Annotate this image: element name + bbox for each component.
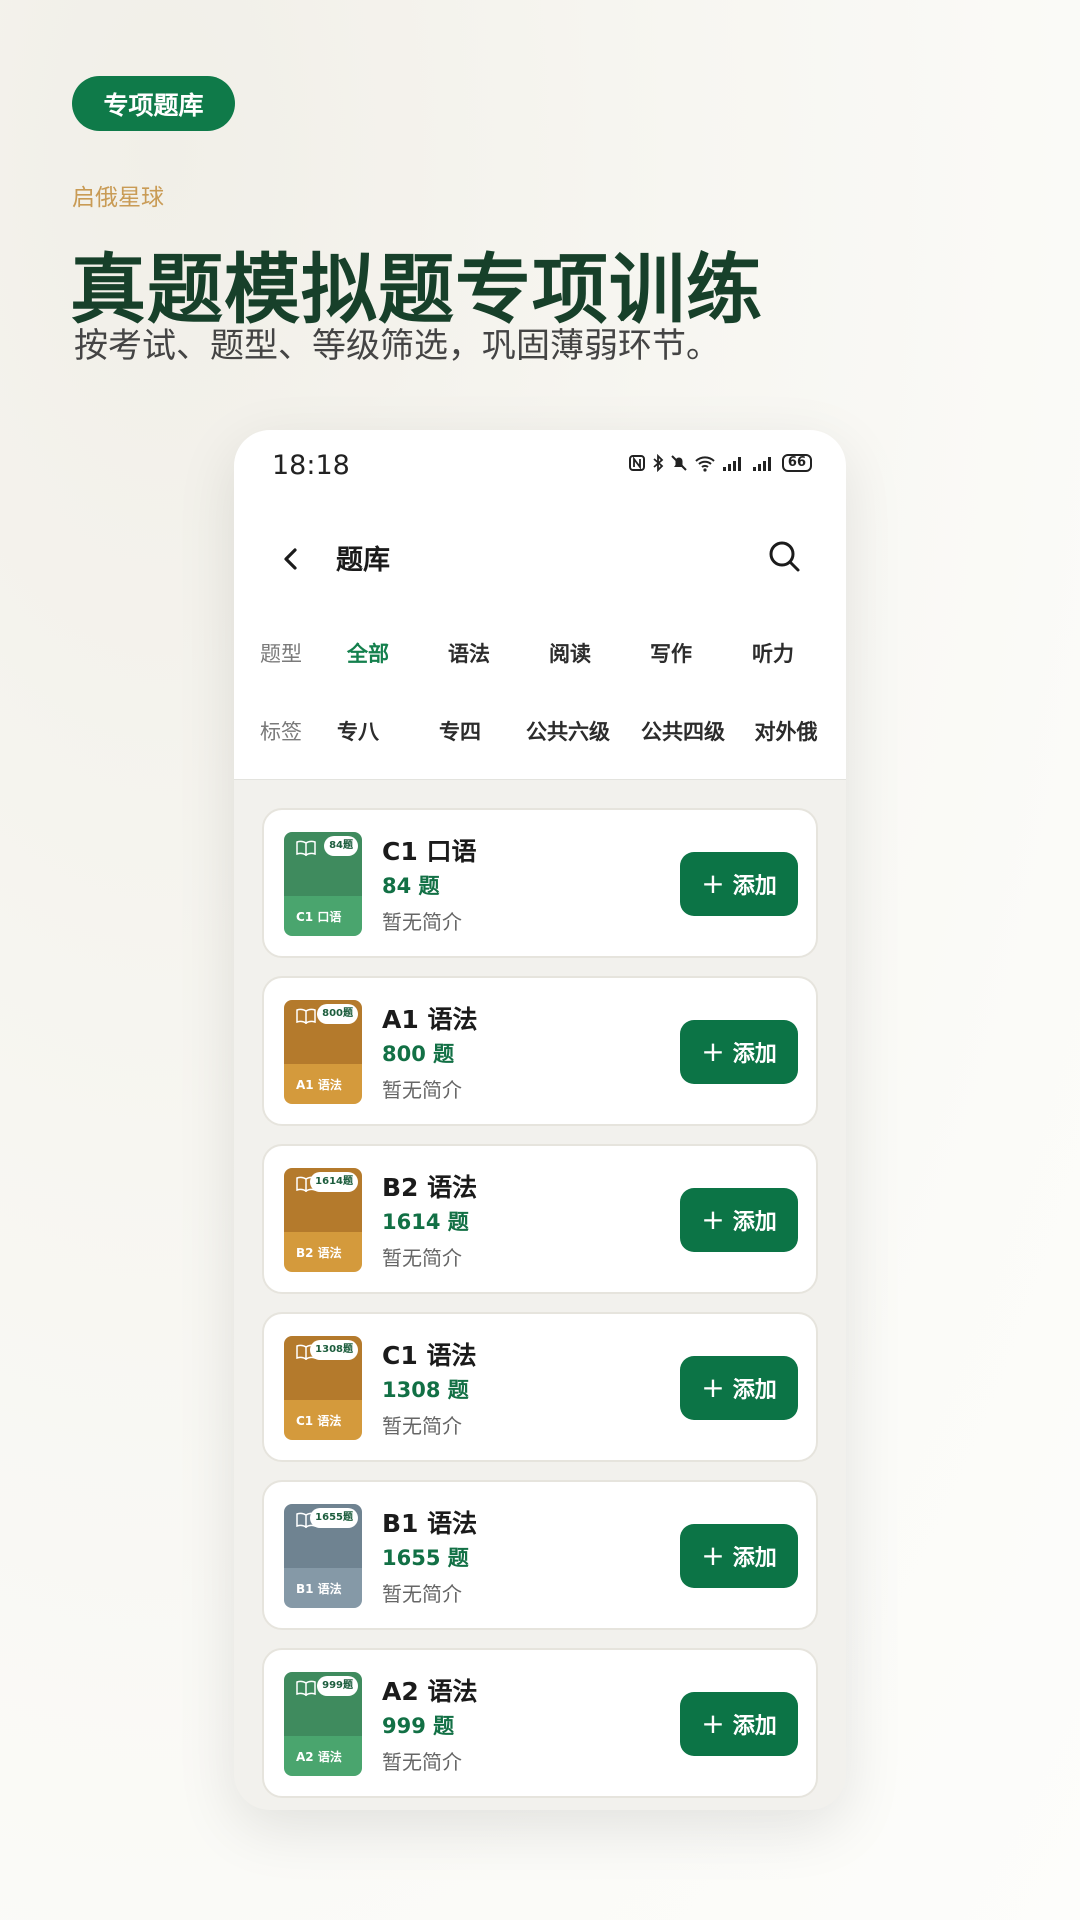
cover-title: C1 语法 [296, 1414, 342, 1428]
back-arrow-icon[interactable] [274, 542, 308, 576]
question-count: 999 题 [382, 1714, 455, 1738]
add-button-label: 添加 [732, 1042, 777, 1067]
phone-mockup: 18:18 66 题库 题型 全部 语法 阅读 写作 听力 标签 专八 专四 公… [234, 430, 846, 1810]
bank-title: B1 语法 [382, 1509, 478, 1538]
type-option-grammar[interactable]: 语法 [448, 638, 490, 668]
book-cover: 1308题 C1 语法 [284, 1336, 362, 1440]
bank-description: 暂无简介 [382, 910, 462, 934]
tag-option-cet6[interactable]: 公共六级 [526, 716, 610, 746]
bluetooth-icon [653, 454, 664, 472]
cover-count-badge: 1614题 [310, 1172, 358, 1192]
question-count: 1308 题 [382, 1378, 469, 1402]
nfc-icon [628, 455, 645, 471]
type-option-listening[interactable]: 听力 [752, 638, 794, 668]
add-button[interactable]: + 添加 [680, 1020, 798, 1084]
plus-icon: + [701, 1203, 725, 1236]
battery-icon: 66 [781, 454, 812, 472]
add-button-label: 添加 [732, 1210, 777, 1235]
bank-title: C1 语法 [382, 1341, 477, 1370]
bank-title: B2 语法 [382, 1173, 478, 1202]
wifi-icon [695, 456, 715, 472]
cover-count-badge: 800题 [317, 1004, 358, 1024]
add-button-label: 添加 [732, 1714, 777, 1739]
bank-title: A1 语法 [382, 1005, 478, 1034]
bank-description: 暂无简介 [382, 1582, 462, 1606]
cover-count-badge: 1308题 [310, 1340, 358, 1360]
add-button[interactable]: + 添加 [680, 1188, 798, 1252]
type-option-reading[interactable]: 阅读 [549, 638, 591, 668]
bank-title: C1 口语 [382, 837, 477, 866]
plus-icon: + [701, 1707, 725, 1740]
bank-description: 暂无简介 [382, 1414, 462, 1438]
tag-option-tem4[interactable]: 专四 [439, 716, 481, 746]
add-button-label: 添加 [732, 1378, 777, 1403]
question-count: 1655 题 [382, 1546, 469, 1570]
add-button-label: 添加 [732, 1546, 777, 1571]
tag-option-cet4[interactable]: 公共四级 [641, 716, 725, 746]
question-count: 1614 题 [382, 1210, 469, 1234]
cover-count-badge: 1655题 [310, 1508, 358, 1528]
question-count: 800 题 [382, 1042, 455, 1066]
cover-title: C1 口语 [296, 910, 342, 924]
signal-icon [722, 457, 741, 471]
cover-title: A1 语法 [296, 1078, 342, 1092]
add-button[interactable]: + 添加 [680, 1356, 798, 1420]
bank-title: A2 语法 [382, 1677, 478, 1706]
add-button[interactable]: + 添加 [680, 1692, 798, 1756]
add-button-label: 添加 [732, 874, 777, 899]
type-filter-label: 题型 [260, 642, 302, 666]
bank-description: 暂无简介 [382, 1750, 462, 1774]
plus-icon: + [701, 1035, 725, 1068]
brand-name: 启俄星球 [72, 185, 164, 211]
book-cover: 1655题 B1 语法 [284, 1504, 362, 1608]
book-cover: 1614题 B2 语法 [284, 1168, 362, 1272]
add-button[interactable]: + 添加 [680, 852, 798, 916]
open-book-icon [296, 1008, 316, 1024]
question-bank-card[interactable]: 1308题 C1 语法 C1 语法 1308 题 暂无简介 + 添加 [262, 1312, 818, 1462]
question-bank-card[interactable]: 1614题 B2 语法 B2 语法 1614 题 暂无简介 + 添加 [262, 1144, 818, 1294]
app-header: 18:18 66 题库 题型 全部 语法 阅读 写作 听力 标签 专八 专四 公… [234, 430, 846, 780]
question-bank-card[interactable]: 84题 C1 口语 C1 口语 84 题 暂无简介 + 添加 [262, 808, 818, 958]
search-icon[interactable] [766, 538, 802, 574]
type-option-all[interactable]: 全部 [347, 638, 389, 668]
book-cover: 84题 C1 口语 [284, 832, 362, 936]
cover-count-badge: 84题 [324, 836, 358, 856]
category-pill: 专项题库 [72, 76, 235, 131]
open-book-icon [296, 840, 316, 856]
cover-title: B2 语法 [296, 1246, 342, 1260]
question-bank-card[interactable]: 1655题 B1 语法 B1 语法 1655 题 暂无简介 + 添加 [262, 1480, 818, 1630]
status-time: 18:18 [272, 450, 350, 481]
tag-option-tem8[interactable]: 专八 [337, 716, 379, 746]
type-option-writing[interactable]: 写作 [650, 638, 692, 668]
plus-icon: + [701, 1371, 725, 1404]
cover-count-badge: 999题 [317, 1676, 358, 1696]
signal-icon-2 [752, 457, 771, 471]
add-button[interactable]: + 添加 [680, 1524, 798, 1588]
question-bank-card[interactable]: 800题 A1 语法 A1 语法 800 题 暂无简介 + 添加 [262, 976, 818, 1126]
question-count: 84 题 [382, 874, 440, 898]
bank-description: 暂无简介 [382, 1246, 462, 1270]
plus-icon: + [701, 1539, 725, 1572]
page-title: 题库 [336, 545, 390, 576]
subheadline: 按考试、题型、等级筛选，巩固薄弱环节。 [74, 326, 720, 366]
cover-title: A2 语法 [296, 1750, 342, 1764]
plus-icon: + [701, 867, 725, 900]
cover-title: B1 语法 [296, 1582, 342, 1596]
tag-filter-row: 标签 专八 专四 公共六级 公共四级 对外俄 [234, 716, 846, 756]
status-icons: 66 [628, 454, 812, 472]
bank-description: 暂无简介 [382, 1078, 462, 1102]
type-filter-row: 题型 全部 语法 阅读 写作 听力 [234, 638, 846, 678]
question-bank-card[interactable]: 999题 A2 语法 A2 语法 999 题 暂无简介 + 添加 [262, 1648, 818, 1798]
tag-option-rfl[interactable]: 对外俄 [755, 716, 818, 746]
book-cover: 800题 A1 语法 [284, 1000, 362, 1104]
tag-filter-label: 标签 [260, 720, 302, 744]
open-book-icon [296, 1680, 316, 1696]
book-cover: 999题 A2 语法 [284, 1672, 362, 1776]
mute-bell-icon [671, 455, 687, 471]
